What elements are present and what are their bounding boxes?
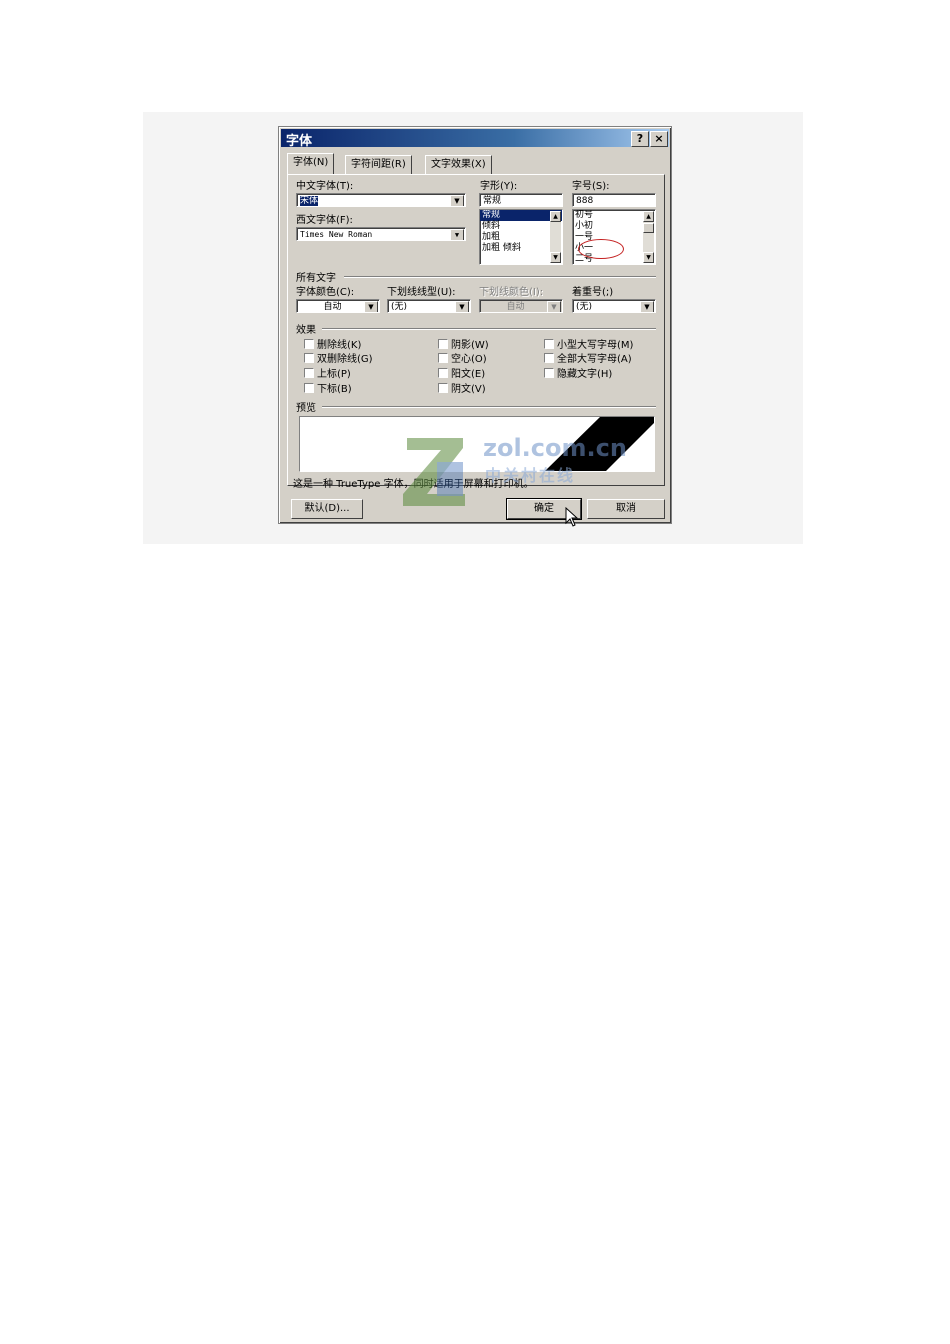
western-font-combo[interactable]: Times New Roman ▼ xyxy=(296,227,466,241)
mouse-cursor-icon xyxy=(565,507,579,527)
strikethrough-checkbox[interactable]: 删除线(K) xyxy=(304,336,361,351)
font-size-label: 字号(S): xyxy=(572,181,610,192)
preview-box xyxy=(299,416,655,472)
checkbox-label: 双删除线(G) xyxy=(317,354,373,365)
dialog-title: 字体 xyxy=(286,134,313,149)
checkbox-box[interactable] xyxy=(438,353,448,363)
outline-checkbox[interactable]: 空心(O) xyxy=(438,350,487,365)
section-divider xyxy=(322,406,656,408)
hidden-text-checkbox[interactable]: 隐藏文字(H) xyxy=(544,365,612,380)
underline-type-combo[interactable]: (无) ▼ xyxy=(387,299,471,313)
font-description: 这是一种 TrueType 字体，同时适用于屏幕和打印机。 xyxy=(293,479,534,490)
default-button[interactable]: 默认(D)... xyxy=(291,499,363,519)
preview-section-label: 预览 xyxy=(296,403,316,414)
chevron-down-icon[interactable]: ▼ xyxy=(547,301,561,312)
scroll-up-icon[interactable]: ▲ xyxy=(550,211,561,222)
scroll-down-icon[interactable]: ▼ xyxy=(550,252,561,263)
font-size-value: 888 xyxy=(576,196,594,206)
underline-type-label: 下划线线型(U): xyxy=(387,287,456,298)
chevron-down-icon[interactable]: ▼ xyxy=(450,195,464,206)
font-color-value: 自动 xyxy=(323,302,342,312)
underline-type-value: (无) xyxy=(391,302,408,312)
checkbox-box[interactable] xyxy=(438,368,448,378)
section-divider xyxy=(322,328,656,330)
checkbox-label: 隐藏文字(H) xyxy=(557,369,613,380)
chevron-down-icon[interactable]: ▼ xyxy=(455,301,469,312)
chinese-font-combo[interactable]: 宋体 ▼ xyxy=(296,193,466,207)
checkbox-box[interactable] xyxy=(544,339,554,349)
cancel-button[interactable]: 取消 xyxy=(587,499,665,519)
checkbox-box[interactable] xyxy=(438,339,448,349)
scroll-down-icon[interactable]: ▼ xyxy=(643,252,654,263)
all-caps-checkbox[interactable]: 全部大写字母(A) xyxy=(544,350,632,365)
shadow-checkbox[interactable]: 阴影(W) xyxy=(438,336,489,351)
checkbox-label: 阴文(V) xyxy=(451,384,486,395)
font-style-value: 常规 xyxy=(483,196,502,206)
emphasis-value: (无) xyxy=(576,302,593,312)
font-dialog: 字体 ? × 字体(N) 字符间距(R) 文字效果(X) 中文字体(T): 宋体… xyxy=(278,126,672,527)
font-size-input[interactable]: 888 xyxy=(572,193,656,207)
chevron-down-icon[interactable]: ▼ xyxy=(640,301,654,312)
font-style-input[interactable]: 常规 xyxy=(479,193,563,207)
emphasis-label: 着重号(;) xyxy=(572,287,614,298)
chinese-font-label: 中文字体(T): xyxy=(296,181,354,192)
checkbox-box[interactable] xyxy=(304,339,314,349)
title-bar[interactable]: 字体 ? × xyxy=(281,129,669,149)
chinese-font-value: 宋体 xyxy=(300,196,319,206)
underline-color-combo[interactable]: 自动 ▼ xyxy=(479,299,563,313)
underline-color-value: 自动 xyxy=(506,302,525,312)
chevron-down-icon[interactable]: ▼ xyxy=(450,229,464,240)
underline-color-label: 下划线颜色(I): xyxy=(479,287,544,298)
checkbox-label: 阳文(E) xyxy=(451,369,486,380)
checkbox-box[interactable] xyxy=(544,353,554,363)
checkbox-box[interactable] xyxy=(304,383,314,393)
emboss-checkbox[interactable]: 阳文(E) xyxy=(438,365,485,380)
tab-text-effects[interactable]: 文字效果(X) xyxy=(425,155,492,174)
superscript-checkbox[interactable]: 上标(P) xyxy=(304,365,351,380)
double-strikethrough-checkbox[interactable]: 双删除线(G) xyxy=(304,350,373,365)
subscript-checkbox[interactable]: 下标(B) xyxy=(304,380,352,395)
scroll-up-icon[interactable]: ▲ xyxy=(643,211,654,222)
western-font-value: Times New Roman xyxy=(300,230,373,239)
font-color-combo[interactable]: 自动 ▼ xyxy=(296,299,380,313)
checkbox-box[interactable] xyxy=(304,368,314,378)
checkbox-label: 全部大写字母(A) xyxy=(557,354,632,365)
checkbox-box[interactable] xyxy=(438,383,448,393)
checkbox-box[interactable] xyxy=(544,368,554,378)
tab-font[interactable]: 字体(N) xyxy=(287,153,335,174)
emphasis-combo[interactable]: (无) ▼ xyxy=(572,299,656,313)
checkbox-label: 下标(B) xyxy=(317,384,352,395)
checkbox-label: 上标(P) xyxy=(317,369,351,380)
size-scrollbar[interactable]: ▲ ▼ xyxy=(643,211,654,263)
close-button[interactable]: × xyxy=(650,131,668,147)
annotation-circle xyxy=(578,239,624,259)
help-button[interactable]: ? xyxy=(631,131,649,147)
checkbox-label: 空心(O) xyxy=(451,354,487,365)
font-style-label: 字形(Y): xyxy=(480,181,518,192)
effects-section-label: 效果 xyxy=(296,325,316,336)
western-font-label: 西文字体(F): xyxy=(296,215,353,226)
font-style-list[interactable]: 常规 倾斜 加粗 加粗 倾斜 ▲ ▼ xyxy=(479,209,563,265)
engrave-checkbox[interactable]: 阴文(V) xyxy=(438,380,486,395)
preview-glyph xyxy=(545,417,654,471)
scroll-thumb[interactable] xyxy=(643,223,654,233)
tab-character-spacing[interactable]: 字符间距(R) xyxy=(345,155,412,174)
small-caps-checkbox[interactable]: 小型大写字母(M) xyxy=(544,336,633,351)
checkbox-box[interactable] xyxy=(304,353,314,363)
style-scrollbar[interactable]: ▲ ▼ xyxy=(550,211,561,263)
section-divider xyxy=(344,276,656,278)
chevron-down-icon[interactable]: ▼ xyxy=(364,301,378,312)
font-color-label: 字体颜色(C): xyxy=(296,287,355,298)
all-text-section-label: 所有文字 xyxy=(296,273,336,284)
